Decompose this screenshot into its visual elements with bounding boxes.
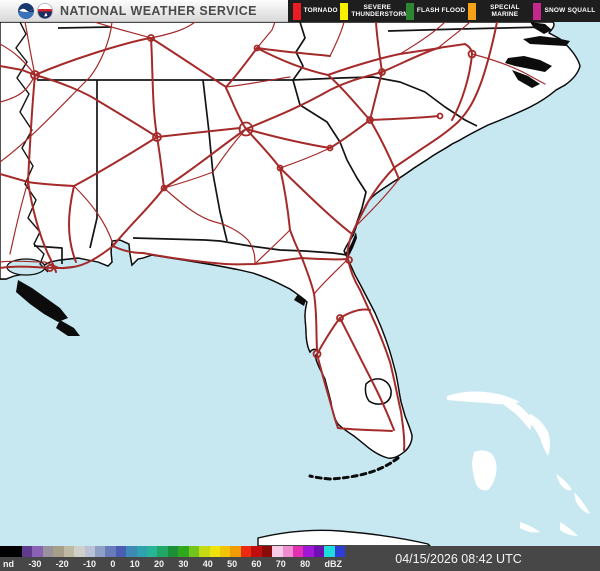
dbz-color-ramp [0,546,346,557]
tick-label-20: 20 [154,559,165,569]
site-title: NATIONAL WEATHER SERVICE [60,3,257,18]
legend-swatch [340,2,349,20]
timestamp: 04/15/2026 08:42 UTC [395,551,522,566]
ramp-segment-nd [0,546,22,557]
tick-label-0: 0 [110,559,116,569]
ramp-segment [334,546,346,557]
legend-swatch [467,2,476,20]
ramp-segment [178,546,189,557]
tick-label-50: 50 [227,559,238,569]
legend-label: TORNADO [303,7,338,15]
ramp-segment [188,546,200,557]
tick-label-10: 10 [129,559,140,569]
ramp-segment [126,546,137,557]
ramp-segment [115,546,127,557]
ramp-segment [313,546,325,557]
nws-radar-page: NATIONAL WEATHER SERVICE TORNADO SEVERE T… [0,0,600,571]
ramp-segment [240,546,252,557]
legend-label: FLASH FLOOD [416,7,466,15]
ramp-segment [63,546,75,557]
tick-label-60: 60 [251,559,262,569]
ramp-segment [272,546,283,557]
ramp-segment [53,546,64,557]
legend-item-tornado: TORNADO [292,2,338,20]
legend-swatch [292,2,301,20]
radar-map[interactable] [0,21,600,547]
nws-logo[interactable] [37,2,53,19]
ramp-segment [292,546,304,557]
tick-label-40: 40 [202,559,213,569]
ramp-segment [22,546,33,557]
ramp-segment [84,546,95,557]
ramp-segment [147,546,158,557]
legend-item-flash-flood: FLASH FLOOD [405,2,466,20]
ramp-segment [157,546,168,557]
legend-item-special-marine: SPECIAL MARINE [467,2,531,20]
ramp-segment [32,546,43,557]
ramp-segment [74,546,85,557]
header-bar: NATIONAL WEATHER SERVICE TORNADO SEVERE T… [0,0,600,22]
tick-label--30: -30 [28,559,42,569]
hazard-legend: TORNADO SEVERE THUNDERSTORM FLASH FLOOD SPE… [288,0,600,22]
brand-area: NATIONAL WEATHER SERVICE [0,0,288,22]
tick-label-30: 30 [178,559,189,569]
ramp-segment [199,546,210,557]
ramp-segment [282,546,293,557]
legend-item-snow-squall: SNOW SQUALL [533,2,596,20]
tick-label--20: -20 [55,559,69,569]
ramp-segment [251,546,262,557]
map-svg[interactable] [0,21,600,547]
ramp-segment [94,546,106,557]
noaa-logo[interactable] [18,2,34,19]
ramp-segment [324,546,335,557]
ramp-segment [136,546,148,557]
legend-item-severe-thunderstorm: SEVERE THUNDERSTORM [340,2,409,20]
ramp-segment [220,546,231,557]
ramp-segment [167,546,179,557]
legend-label: SPECIAL MARINE [490,3,520,18]
tick-label-70: 70 [275,559,286,569]
tick-label-nd: nd [3,559,14,569]
legend-swatch [533,2,542,20]
dbz-tick-labels: nd -30 -20 -10 0 10 20 30 40 50 60 70 80 dBZ [0,557,345,571]
legend-swatch [405,2,414,20]
ramp-segment [303,546,314,557]
tick-label-dBZ: dBZ [324,559,342,569]
ramp-segment [230,546,241,557]
ramp-segment [261,546,273,557]
ramp-segment [42,546,54,557]
ramp-segment [209,546,221,557]
colorbar-footer: nd -30 -20 -10 0 10 20 30 40 50 60 70 80 dBZ 04/15/20… [0,546,600,571]
tick-label--10: -10 [83,559,97,569]
legend-label: SNOW SQUALL [544,7,596,15]
tick-label-80: 80 [300,559,311,569]
ramp-segment [105,546,116,557]
legend-label: SEVERE THUNDERSTORM [351,3,409,18]
